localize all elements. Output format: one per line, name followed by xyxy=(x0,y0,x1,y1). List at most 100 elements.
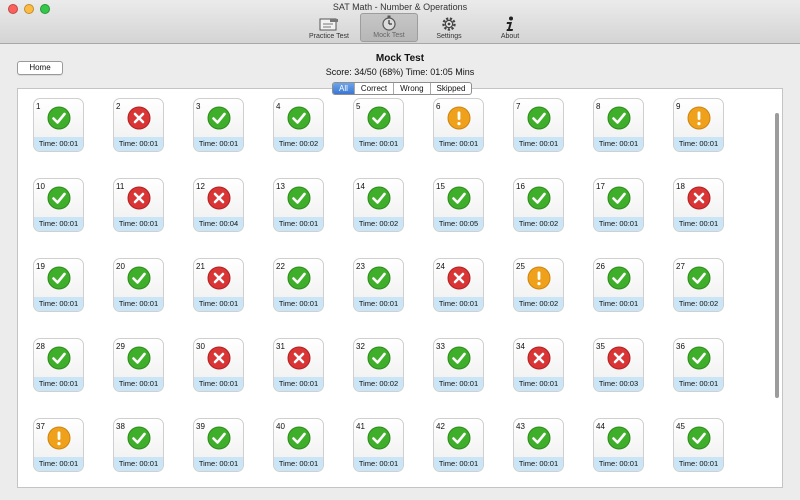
question-tile[interactable]: 5 Time: 00:01 xyxy=(353,98,404,152)
question-tile[interactable]: 10 Time: 00:01 xyxy=(33,178,84,232)
mock-test-icon xyxy=(382,15,396,31)
question-tile[interactable]: 45 Time: 00:01 xyxy=(673,418,724,472)
question-tile[interactable]: 18 Time: 00:01 xyxy=(673,178,724,232)
filter-all[interactable]: All xyxy=(333,83,354,94)
question-tile[interactable]: 29 Time: 00:01 xyxy=(113,338,164,392)
question-time: Time: 00:01 xyxy=(674,137,723,151)
question-tile[interactable]: 3 Time: 00:01 xyxy=(193,98,244,152)
correct-check-icon xyxy=(127,346,151,370)
question-time: Time: 00:01 xyxy=(194,297,243,311)
question-tile[interactable]: 27 Time: 00:02 xyxy=(673,258,724,312)
question-tile[interactable]: 30 Time: 00:01 xyxy=(193,338,244,392)
question-tile[interactable]: 12 Time: 00:04 xyxy=(193,178,244,232)
skipped-exclamation-icon xyxy=(47,426,71,450)
question-tile[interactable]: 13 Time: 00:01 xyxy=(273,178,324,232)
correct-check-icon xyxy=(687,346,711,370)
correct-check-icon xyxy=(47,106,71,130)
question-tile[interactable]: 2 Time: 00:01 xyxy=(113,98,164,152)
question-tile[interactable]: 4 Time: 00:02 xyxy=(273,98,324,152)
wrong-x-icon xyxy=(527,346,551,370)
question-time: Time: 00:02 xyxy=(674,297,723,311)
question-tile[interactable]: 34 Time: 00:01 xyxy=(513,338,564,392)
question-number: 1 xyxy=(36,102,41,111)
toolbar-about[interactable]: About xyxy=(490,13,530,42)
question-tile[interactable]: 41 Time: 00:01 xyxy=(353,418,404,472)
filter-skipped[interactable]: Skipped xyxy=(429,83,472,94)
question-tile[interactable]: 25 Time: 00:02 xyxy=(513,258,564,312)
question-time: Time: 00:01 xyxy=(194,137,243,151)
question-number: 28 xyxy=(36,342,45,351)
question-time: Time: 00:01 xyxy=(354,297,403,311)
question-number: 19 xyxy=(36,262,45,271)
question-tile[interactable]: 36 Time: 00:01 xyxy=(673,338,724,392)
question-time: Time: 00:02 xyxy=(354,217,403,231)
window-titlebar: SAT Math - Number & Operations Practice … xyxy=(0,0,800,44)
question-tile[interactable]: 9 Time: 00:01 xyxy=(673,98,724,152)
vertical-scrollbar[interactable] xyxy=(775,113,779,398)
question-tile[interactable]: 1 Time: 00:01 xyxy=(33,98,84,152)
question-tile[interactable]: 7 Time: 00:01 xyxy=(513,98,564,152)
correct-check-icon xyxy=(527,186,551,210)
filter-wrong[interactable]: Wrong xyxy=(393,83,429,94)
question-tile[interactable]: 8 Time: 00:01 xyxy=(593,98,644,152)
question-tile[interactable]: 43 Time: 00:01 xyxy=(513,418,564,472)
question-tile[interactable]: 32 Time: 00:02 xyxy=(353,338,404,392)
correct-check-icon xyxy=(607,266,631,290)
question-tile[interactable]: 23 Time: 00:01 xyxy=(353,258,404,312)
toolbar-practice-test[interactable]: Practice Test xyxy=(300,13,358,42)
toolbar-label: Practice Test xyxy=(309,33,349,40)
question-time: Time: 00:01 xyxy=(434,457,483,471)
question-time: Time: 00:01 xyxy=(114,297,163,311)
question-tile[interactable]: 37 Time: 00:01 xyxy=(33,418,84,472)
question-number: 27 xyxy=(676,262,685,271)
filter-correct[interactable]: Correct xyxy=(353,83,393,94)
question-number: 18 xyxy=(676,182,685,191)
question-time: Time: 00:01 xyxy=(514,377,563,391)
question-time: Time: 00:02 xyxy=(514,217,563,231)
question-tile[interactable]: 44 Time: 00:01 xyxy=(593,418,644,472)
question-number: 35 xyxy=(596,342,605,351)
question-tile[interactable]: 39 Time: 00:01 xyxy=(193,418,244,472)
question-time: Time: 00:01 xyxy=(114,217,163,231)
question-time: Time: 00:01 xyxy=(514,457,563,471)
question-time: Time: 00:01 xyxy=(674,217,723,231)
question-tile[interactable]: 33 Time: 00:01 xyxy=(433,338,484,392)
question-tile[interactable]: 22 Time: 00:01 xyxy=(273,258,324,312)
question-tile[interactable]: 20 Time: 00:01 xyxy=(113,258,164,312)
question-tile[interactable]: 38 Time: 00:01 xyxy=(113,418,164,472)
question-number: 31 xyxy=(276,342,285,351)
toolbar-mock-test[interactable]: Mock Test xyxy=(360,13,418,42)
question-tile[interactable]: 19 Time: 00:01 xyxy=(33,258,84,312)
question-tile[interactable]: 40 Time: 00:01 xyxy=(273,418,324,472)
question-time: Time: 00:01 xyxy=(274,217,323,231)
question-tile[interactable]: 42 Time: 00:01 xyxy=(433,418,484,472)
question-number: 45 xyxy=(676,422,685,431)
question-number: 16 xyxy=(516,182,525,191)
question-number: 12 xyxy=(196,182,205,191)
correct-check-icon xyxy=(447,346,471,370)
question-tile[interactable]: 21 Time: 00:01 xyxy=(193,258,244,312)
toolbar-settings[interactable]: Settings xyxy=(420,13,478,42)
question-tile[interactable]: 24 Time: 00:01 xyxy=(433,258,484,312)
question-tile[interactable]: 14 Time: 00:02 xyxy=(353,178,404,232)
question-tile[interactable]: 17 Time: 00:01 xyxy=(593,178,644,232)
question-time: Time: 00:01 xyxy=(274,457,323,471)
question-time: Time: 00:02 xyxy=(514,297,563,311)
question-tile[interactable]: 35 Time: 00:03 xyxy=(593,338,644,392)
question-tile[interactable]: 15 Time: 00:05 xyxy=(433,178,484,232)
question-number: 13 xyxy=(276,182,285,191)
toolbar-label: About xyxy=(500,33,520,40)
question-number: 37 xyxy=(36,422,45,431)
question-tile[interactable]: 31 Time: 00:01 xyxy=(273,338,324,392)
question-tile[interactable]: 28 Time: 00:01 xyxy=(33,338,84,392)
question-time: Time: 00:01 xyxy=(594,297,643,311)
info-icon xyxy=(506,16,513,31)
question-tile[interactable]: 11 Time: 00:01 xyxy=(113,178,164,232)
question-number: 11 xyxy=(116,182,125,191)
question-tile[interactable]: 26 Time: 00:01 xyxy=(593,258,644,312)
question-tile[interactable]: 16 Time: 00:02 xyxy=(513,178,564,232)
page-title: Mock Test xyxy=(375,53,425,64)
correct-check-icon xyxy=(287,266,311,290)
question-time: Time: 00:01 xyxy=(674,377,723,391)
question-tile[interactable]: 6 Time: 00:01 xyxy=(433,98,484,152)
